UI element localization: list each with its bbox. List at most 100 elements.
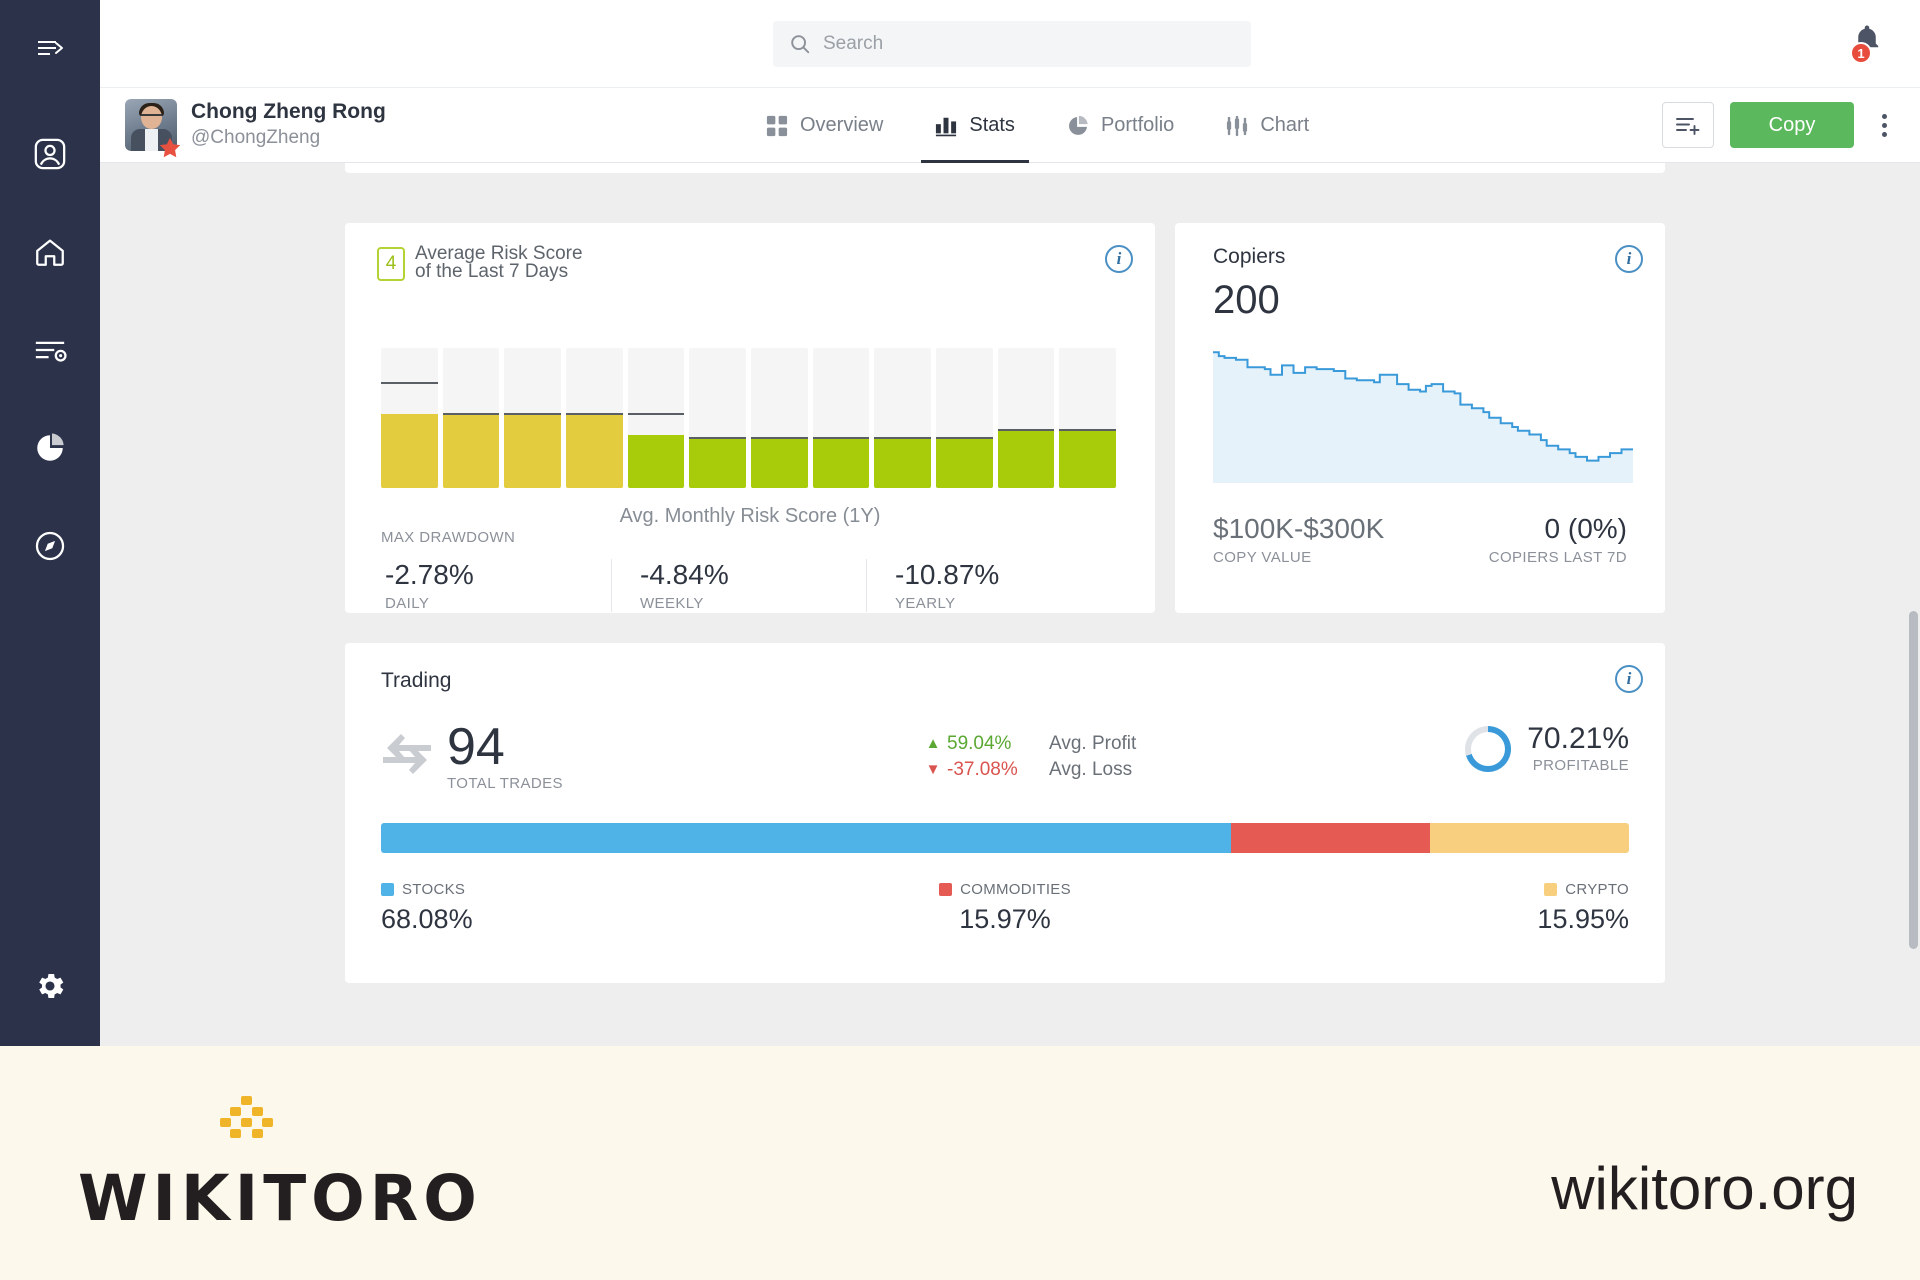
pie-chart-icon xyxy=(1067,115,1089,137)
sparkline-area xyxy=(1213,352,1633,483)
risk-bar xyxy=(874,348,931,488)
previous-card-partial xyxy=(345,163,1665,173)
wikitoro-url: wikitoro.org xyxy=(1551,1154,1858,1223)
drawdown-cell: -4.84% WEEKLY xyxy=(611,559,866,612)
risk-bar-marker xyxy=(504,413,561,415)
candlestick-icon xyxy=(1226,115,1248,137)
risk-bar-marker xyxy=(936,437,993,439)
profile-handle: @ChongZheng xyxy=(191,126,386,150)
tab-chart[interactable]: Chart xyxy=(1200,88,1335,163)
top-bar: 1 xyxy=(100,0,1920,88)
copy-button[interactable]: Copy xyxy=(1730,102,1854,148)
avg-profit-value: 59.04% xyxy=(947,731,1037,757)
risk-bar-marker xyxy=(443,413,500,415)
risk-bar-marker xyxy=(751,437,808,439)
notifications-bell-icon[interactable]: 1 xyxy=(1852,24,1892,64)
risk-bar-fill xyxy=(874,439,931,488)
grid-icon xyxy=(766,115,788,137)
risk-bar xyxy=(443,348,500,488)
allocation-segment xyxy=(381,823,1231,853)
wikitoro-logo: WIKITORO xyxy=(78,1096,498,1235)
sidebar-item-portfolio[interactable] xyxy=(24,422,76,474)
sidebar-item-watchlist[interactable] xyxy=(24,324,76,376)
risk-bar-fill xyxy=(381,414,438,488)
risk-bar-marker xyxy=(1059,429,1116,431)
info-icon[interactable]: i xyxy=(1615,665,1643,693)
copy-value: $100K-$300K xyxy=(1213,513,1384,545)
allocation-label: STOCKS xyxy=(402,881,465,898)
drawdown-label: DAILY xyxy=(385,595,611,612)
chart-caption: Avg. Monthly Risk Score (1Y) xyxy=(345,505,1155,528)
drawdown-value: -2.78% xyxy=(385,559,611,591)
profit-loss-block: ▲ 59.04% Avg. Profit ▼ -37.08% Avg. Loss xyxy=(925,731,1136,783)
risk-score-badge: 4 xyxy=(377,247,405,281)
allocation-legend-item: STOCKS68.08% xyxy=(381,881,797,935)
allocation-legend-head: COMMODITIES xyxy=(797,881,1213,898)
tab-label: Chart xyxy=(1260,114,1309,137)
profitable-block: 70.21% PROFITABLE xyxy=(1465,723,1629,774)
tab-label: Overview xyxy=(800,114,883,137)
allocation-legend-item: CRYPTO15.95% xyxy=(1213,881,1629,935)
copiers-last-7d-value: 0 (0%) xyxy=(1489,513,1627,545)
risk-bar xyxy=(689,348,746,488)
profile-actions: Copy xyxy=(1662,102,1898,148)
copiers-last-7d-label: COPIERS LAST 7D xyxy=(1489,549,1627,566)
avatar[interactable] xyxy=(125,99,177,151)
risk-bar-fill xyxy=(504,415,561,488)
allocation-legend-head: STOCKS xyxy=(381,881,797,898)
drawdown-value: -4.84% xyxy=(640,559,866,591)
copiers-count: 200 xyxy=(1213,278,1280,323)
tab-label: Stats xyxy=(969,114,1015,137)
risk-bar-fill xyxy=(998,431,1055,488)
risk-bar-marker xyxy=(628,413,685,415)
risk-bar-fill xyxy=(813,439,870,488)
risk-bar xyxy=(936,348,993,488)
total-trades-block: 94 TOTAL TRADES xyxy=(381,721,563,792)
footer: WIKITORO wikitoro.org xyxy=(0,1046,1920,1280)
allocation-value: 15.95% xyxy=(1213,904,1629,935)
tab-label: Portfolio xyxy=(1101,114,1174,137)
tab-portfolio[interactable]: Portfolio xyxy=(1041,88,1200,163)
drawdown-cell: -10.87%YEARLY xyxy=(866,559,1121,612)
info-icon[interactable]: i xyxy=(1105,245,1133,273)
info-icon[interactable]: i xyxy=(1615,245,1643,273)
profitable-donut-chart xyxy=(1465,726,1511,772)
tab-overview[interactable]: Overview xyxy=(740,88,909,163)
bar-chart-icon xyxy=(935,115,957,137)
wikitoro-mark-icon xyxy=(218,1096,278,1152)
risk-card-title: Average Risk Score of the Last 7 Days xyxy=(415,245,585,281)
risk-bar xyxy=(628,348,685,488)
drawdown-label: WEEKLY xyxy=(640,595,866,612)
drawdown-label: YEARLY xyxy=(895,595,1121,612)
profile-header: Chong Zheng Rong @ChongZheng Overview xyxy=(100,88,1920,163)
sidebar-item-home[interactable] xyxy=(24,226,76,278)
avg-profit-row: ▲ 59.04% Avg. Profit xyxy=(925,731,1136,757)
profile-user-block[interactable]: Chong Zheng Rong @ChongZheng xyxy=(125,99,386,151)
tab-stats[interactable]: Stats xyxy=(909,88,1041,163)
vertical-scrollbar[interactable] xyxy=(1909,611,1918,949)
risk-bar-fill xyxy=(566,415,623,488)
expand-arrow-icon[interactable] xyxy=(24,22,76,74)
total-trades-label: TOTAL TRADES xyxy=(447,775,563,792)
trading-title: Trading xyxy=(381,669,451,693)
sidebar-item-discover[interactable] xyxy=(24,520,76,572)
sidebar-item-profile[interactable] xyxy=(24,128,76,180)
risk-bar xyxy=(751,348,808,488)
allocation-label: COMMODITIES xyxy=(960,881,1071,898)
profitable-label: PROFITABLE xyxy=(1527,757,1629,774)
profile-tabs: Overview Stats Portfolio xyxy=(740,88,1335,163)
more-options-icon[interactable] xyxy=(1870,102,1898,148)
search-box[interactable] xyxy=(773,21,1251,67)
copiers-title: Copiers xyxy=(1213,245,1285,269)
gear-icon[interactable] xyxy=(24,960,76,1012)
risk-bar-fill xyxy=(443,415,500,488)
search-input[interactable] xyxy=(823,33,1223,55)
risk-bar xyxy=(998,348,1055,488)
avg-loss-row: ▼ -37.08% Avg. Loss xyxy=(925,757,1136,783)
copiers-sparkline xyxy=(1213,343,1633,483)
swap-arrows-icon xyxy=(381,731,433,782)
risk-card-header: 4 Average Risk Score of the Last 7 Days xyxy=(377,245,585,281)
trading-card: i Trading 94 TOTAL TRADES ▲ 59.04% xyxy=(345,643,1665,983)
add-to-list-icon[interactable] xyxy=(1662,102,1714,148)
arrow-up-icon: ▲ xyxy=(925,731,941,757)
